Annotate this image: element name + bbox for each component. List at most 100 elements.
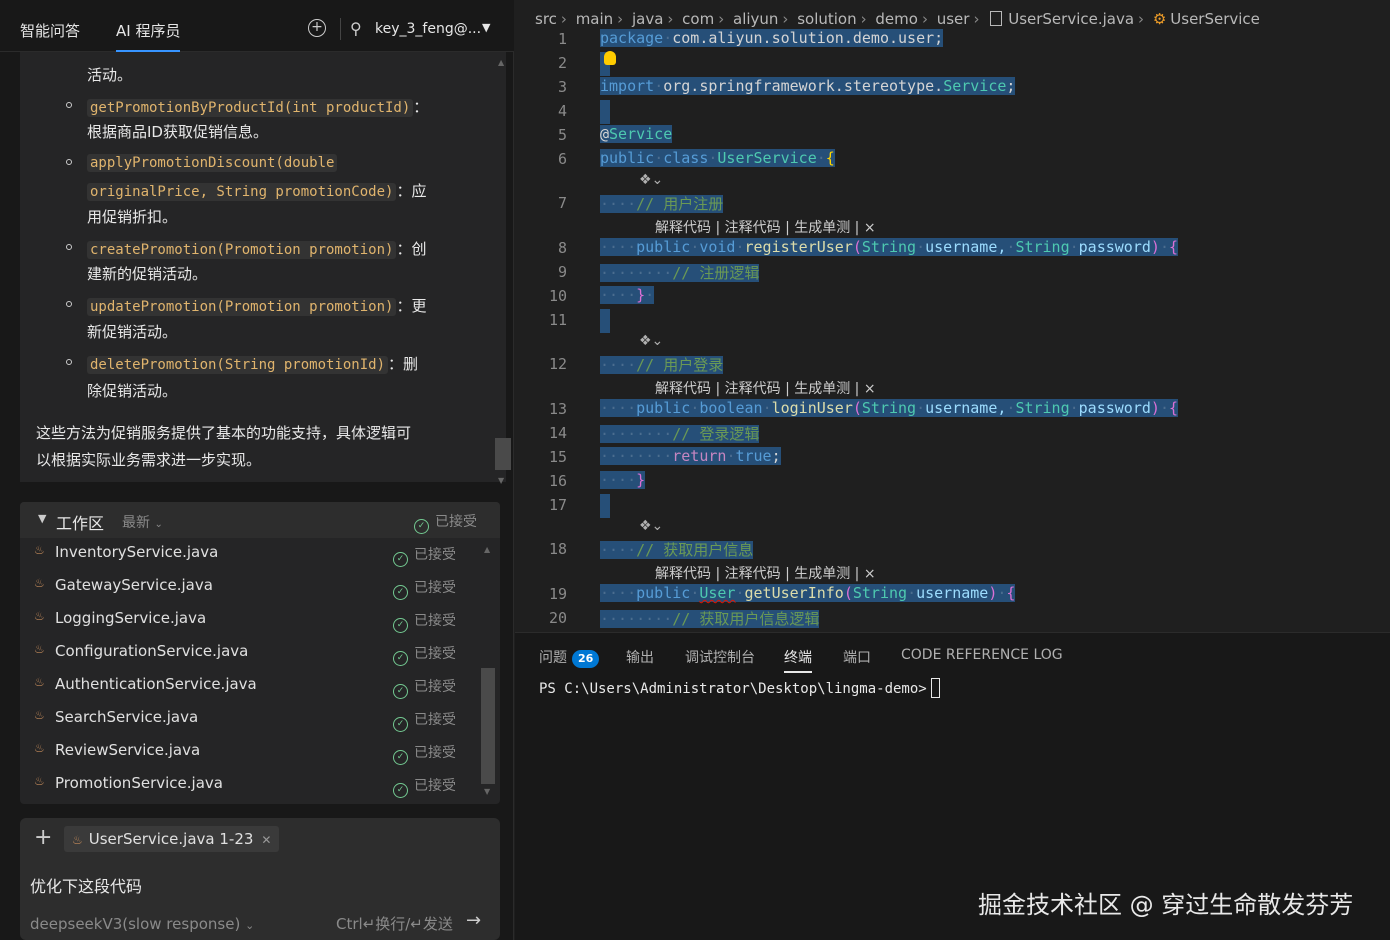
workspace-file-row[interactable]: ♨ SearchService.java ✓ 已接受 <box>20 702 480 735</box>
workspace-header[interactable]: ▼ 工作区 最新 ⌄ ✓ 已接受 <box>20 502 500 538</box>
bottom-panel: 问题 26 输出 调试控制台 终端 端口 CODE REFERENCE LOG P… <box>515 632 1390 940</box>
context-file-chip[interactable]: ♨ UserService.java 1-23 ✕ <box>64 826 280 852</box>
lingma-icon[interactable]: ❖⌄ <box>639 172 663 188</box>
line-number: 12 <box>548 355 567 373</box>
workspace-scrollbar-thumb[interactable] <box>481 668 495 784</box>
line-number: 2 <box>557 54 567 72</box>
line-number: 17 <box>548 496 567 514</box>
chat-text: 新促销活动。 <box>87 323 178 341</box>
tab-terminal[interactable]: 终端 <box>784 647 812 673</box>
breadcrumb-item[interactable]: solution <box>797 10 856 28</box>
workspace-file-row[interactable]: ♨ ReviewService.java ✓ 已接受 <box>20 735 480 768</box>
tab-code-reference-log[interactable]: CODE REFERENCE LOG <box>901 647 1063 663</box>
check-circle-icon: ✓ <box>414 519 429 534</box>
account-dropdown-icon[interactable]: ▼ <box>482 21 490 34</box>
keyword: true <box>735 447 772 465</box>
terminal-prompt-text: PS C:\Users\Administrator\Desktop\lingma… <box>539 681 927 697</box>
scroll-up-icon[interactable]: ▲ <box>484 545 490 554</box>
prompt-input[interactable]: 优化下这段代码 <box>30 873 142 897</box>
terminal-prompt[interactable]: PS C:\Users\Administrator\Desktop\lingma… <box>539 678 940 698</box>
bracket: ( <box>843 584 853 602</box>
status-label: 已接受 <box>414 778 456 794</box>
code-editor[interactable]: src › main › java › com › aliyun › solution › … <box>515 0 1390 632</box>
type-token: String <box>852 584 908 602</box>
param: password <box>1078 238 1151 256</box>
workspace-file-row[interactable]: ♨ ConfigurationService.java ✓ 已接受 <box>20 636 480 669</box>
bullet-icon <box>66 301 72 307</box>
java-file-icon: ♨ <box>34 543 45 557</box>
close-icon[interactable]: ✕ <box>261 833 271 847</box>
sort-label: 最新 <box>122 515 150 531</box>
type-token: UserService <box>717 149 817 167</box>
tab-problems[interactable]: 问题 26 <box>539 647 600 668</box>
breadcrumb-item[interactable]: src <box>535 10 557 28</box>
breadcrumb-item[interactable]: main <box>576 10 613 28</box>
keyword: return <box>672 447 727 465</box>
workspace-file-row[interactable]: ♨ LoggingService.java ✓ 已接受 <box>20 603 480 636</box>
codelens-actions[interactable]: 解释代码 | 注释代码 | 生成单测 | × <box>655 563 876 583</box>
scroll-down-icon[interactable]: ▼ <box>484 787 490 796</box>
tab-debug-console[interactable]: 调试控制台 <box>685 647 755 667</box>
line-number: 4 <box>557 102 567 120</box>
file-icon <box>990 11 1003 26</box>
code-token: ; <box>1006 77 1016 95</box>
breadcrumb-item[interactable]: UserService <box>1170 10 1260 28</box>
workspace-sort-dropdown[interactable]: 最新 ⌄ <box>122 512 163 532</box>
user-icon: ⚲ <box>350 19 362 38</box>
scroll-down-icon[interactable]: ▼ <box>498 476 504 485</box>
chat-scrollbar-thumb[interactable] <box>495 438 511 470</box>
bullet-icon <box>66 359 72 365</box>
param: password <box>1078 399 1151 417</box>
bullet-icon <box>66 244 72 250</box>
function-name: getUserInfo <box>744 584 844 602</box>
scroll-up-icon[interactable]: ▲ <box>498 58 504 67</box>
code-line: ········// 登录逻辑 <box>600 425 760 443</box>
check-circle-icon: ✓ <box>393 717 408 732</box>
codelens-actions[interactable]: 解释代码 | 注释代码 | 生成单测 | × <box>655 217 876 237</box>
param: username, <box>925 399 1007 417</box>
send-icon[interactable]: → <box>466 910 481 931</box>
breadcrumb-item[interactable]: com <box>682 10 714 28</box>
tab-qa[interactable]: 智能问答 <box>20 20 80 41</box>
workspace-file-row[interactable]: ♨ AuthenticationService.java ✓ 已接受 <box>20 669 480 702</box>
status-label: 已接受 <box>414 646 456 662</box>
keyword: package <box>600 29 664 47</box>
bracket: { <box>1168 399 1178 417</box>
lightbulb-icon[interactable] <box>604 51 616 65</box>
tab-ai-coder[interactable]: AI 程序员 <box>116 20 181 52</box>
chevron-down-icon: ⌄ <box>245 919 255 932</box>
code-line: ····// 用户注册 <box>600 195 724 213</box>
check-circle-icon: ✓ <box>393 684 408 699</box>
add-context-icon[interactable]: + <box>34 825 52 850</box>
chat-text: ：创 <box>396 240 427 258</box>
code-line: package·com.aliyun.solution.demo.user; <box>600 29 944 47</box>
workspace-panel: ▼ 工作区 最新 ⌄ ✓ 已接受 ♨ InventoryService.java … <box>20 502 500 804</box>
breadcrumb-item[interactable]: UserService.java <box>1008 10 1134 28</box>
tab-ports[interactable]: 端口 <box>843 647 871 667</box>
comment: // 用户登录 <box>636 356 724 374</box>
workspace-status: ✓ 已接受 <box>414 511 477 534</box>
tab-output[interactable]: 输出 <box>626 647 654 667</box>
chat-composer: + ♨ UserService.java 1-23 ✕ 优化下这段代码 deepse… <box>20 818 500 940</box>
status-label: 已接受 <box>414 547 456 563</box>
breadcrumb-item[interactable]: aliyun <box>733 10 778 28</box>
breadcrumb-item[interactable]: java <box>632 10 663 28</box>
tab-label: 问题 <box>539 650 567 666</box>
lingma-icon[interactable]: ❖⌄ <box>639 333 663 349</box>
chevron-down-icon[interactable]: ▼ <box>38 512 46 525</box>
breadcrumb-item[interactable]: demo <box>875 10 918 28</box>
java-file-icon: ♨ <box>34 708 45 722</box>
workspace-file-row[interactable]: ♨ GatewayService.java ✓ 已接受 <box>20 570 480 603</box>
method-item: deletePromotion(String promotionId) ：删 <box>87 353 418 374</box>
java-file-icon: ♨ <box>34 675 45 689</box>
breadcrumb-item[interactable]: user <box>937 10 970 28</box>
model-selector[interactable]: deepseekV3(slow response) ⌄ <box>30 915 254 933</box>
new-chat-icon[interactable]: + <box>308 19 326 37</box>
account-name[interactable]: key_3_feng@... <box>375 21 481 37</box>
chat-text: 建新的促销活动。 <box>87 265 208 283</box>
lingma-icon[interactable]: ❖⌄ <box>639 518 663 534</box>
codelens-actions[interactable]: 解释代码 | 注释代码 | 生成单测 | × <box>655 378 876 398</box>
workspace-file-row[interactable]: ♨ InventoryService.java ✓ 已接受 <box>20 537 480 570</box>
workspace-file-row[interactable]: ♨ PromotionService.java ✓ 已接受 <box>20 768 480 801</box>
file-status: ✓ 已接受 <box>393 709 456 732</box>
